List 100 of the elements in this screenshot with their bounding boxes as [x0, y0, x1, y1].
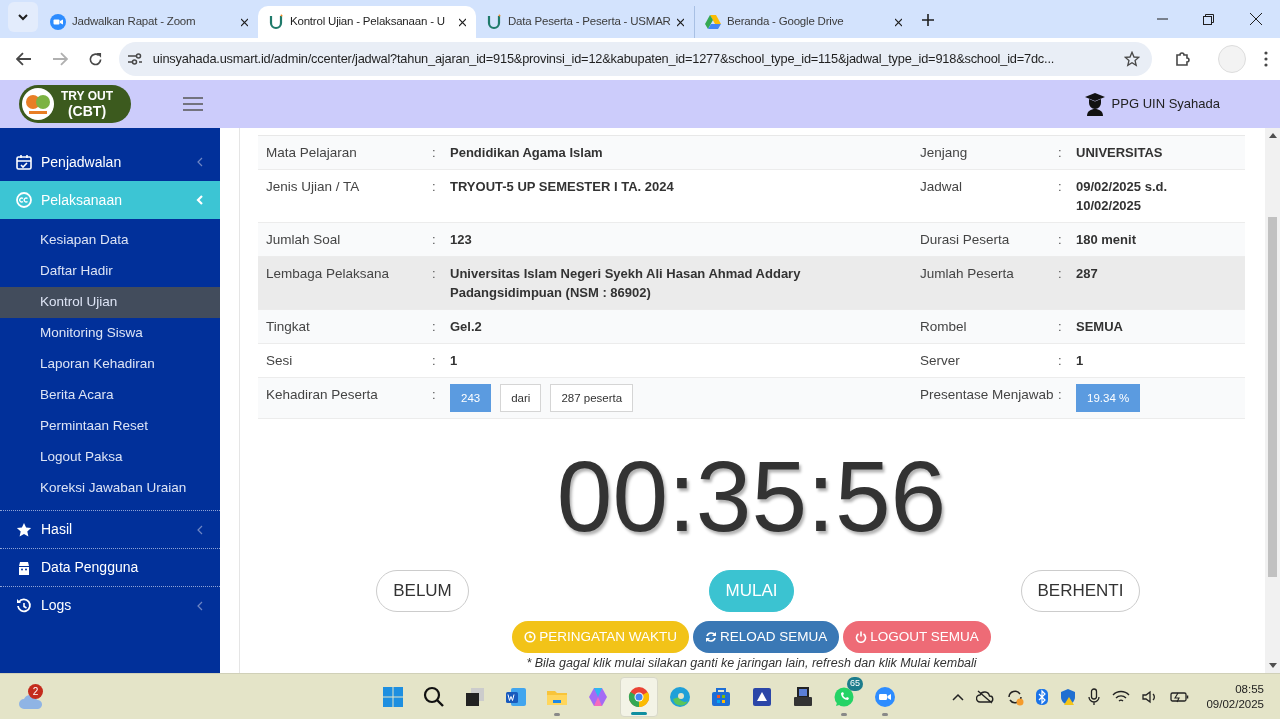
submenu-item[interactable]: Permintaan Reset [0, 411, 220, 442]
letter-u-icon [268, 14, 284, 30]
action-button[interactable]: RELOAD SEMUA [692, 621, 840, 653]
submenu-item[interactable]: Laporan Kehadiran [0, 349, 220, 380]
sidebar-item[interactable]: Penjadwalan [0, 143, 220, 181]
submenu-item[interactable]: Daftar Hadir [0, 256, 220, 287]
field-label: Jumlah Soal [266, 232, 341, 247]
field-label: Rombel [920, 319, 967, 334]
bluetooth-icon[interactable] [1036, 688, 1049, 705]
weather-widget[interactable]: 2 [18, 683, 44, 710]
new-tab-icon[interactable] [922, 14, 934, 26]
running-indicator [631, 711, 647, 715]
tab-list-button[interactable] [8, 2, 38, 32]
field-value: 09/02/2025 s.d. 10/02/2025 [1076, 179, 1168, 213]
field-value: 1 [450, 353, 458, 368]
submenu-item[interactable]: Kesiapan Data [0, 225, 220, 256]
submenu-item[interactable]: Logout Paksa [0, 442, 220, 473]
separator-text: : [432, 387, 436, 402]
url-text: uinsyahada.usmart.id/admin/ccenter/jadwal?tahun_ajaran_id=915&provinsi_id=12&kabupaten_id=1277&school_type_id=115&jadwal_type_id=918&school_id=7dc... [152, 50, 1055, 69]
scroll-down-icon[interactable] [1268, 663, 1277, 668]
video-camera-icon [873, 684, 897, 709]
field-value: Gel.2 [450, 319, 482, 334]
close-icon[interactable] [1250, 13, 1262, 25]
running-indicator [554, 712, 560, 716]
running-indicator [841, 712, 847, 716]
field-label: Jadwal [920, 179, 963, 194]
notification-badge: 65 [847, 676, 863, 691]
logo-text: (CBT) [67, 104, 107, 119]
app-logo[interactable]: TRY OUT (CBT) [19, 85, 131, 123]
user-icon [16, 559, 32, 576]
close-icon[interactable] [893, 17, 902, 27]
closed-captions-icon [16, 192, 32, 208]
chevron-up-icon[interactable] [952, 692, 965, 701]
back-icon[interactable] [16, 52, 32, 66]
restore-icon[interactable] [1203, 13, 1214, 25]
video-camera-icon [50, 14, 66, 30]
field-value: 1 [1076, 353, 1084, 368]
field-label: Jenis Ujian / TA [266, 179, 360, 194]
submenu-item[interactable]: Kontrol Ujian [0, 287, 220, 318]
shield-icon[interactable] [1060, 687, 1077, 706]
address-bar[interactable]: uinsyahada.usmart.id/admin/ccenter/jadwal?tahun_ajaran_id=915&provinsi_id=12&kabupaten_id=1277&school_type_id=115&jadwal_type_id=918&school_id=7dc... [118, 42, 1153, 76]
wifi-icon[interactable] [1112, 689, 1131, 704]
field-label: Tingkat [266, 319, 310, 334]
reload-icon[interactable] [87, 51, 103, 67]
countdown-timer: 00:35:56 [555, 446, 948, 546]
separator-text: : [432, 179, 436, 194]
refresh-icon [704, 631, 717, 643]
separator-text: : [1058, 319, 1062, 334]
running-indicator [882, 712, 888, 716]
status-button[interactable]: BERHENTI [1020, 570, 1141, 612]
separator-text: : [432, 145, 436, 160]
taskbar-app[interactable]: 65 [825, 676, 863, 717]
close-icon[interactable] [457, 17, 466, 27]
extensions-icon[interactable] [1174, 50, 1193, 68]
menu-icon[interactable] [1264, 51, 1268, 67]
chevron-down-icon [18, 13, 28, 21]
field-value: Universitas Islam Negeri Syekh Ali Hasan Ahmad Addary Padangsidimpuan (NSM : 86902) [450, 266, 801, 300]
search-icon [422, 684, 446, 709]
bookmark-star-icon[interactable] [1124, 51, 1141, 67]
separator-text: : [1058, 387, 1062, 402]
history-icon [16, 597, 32, 614]
close-icon[interactable] [239, 17, 248, 27]
close-icon[interactable] [675, 17, 684, 27]
swirl-app-icon [668, 684, 692, 709]
browser-tab[interactable]: Kontrol Ujian - Pelaksanaan - U [258, 6, 476, 38]
separator-text: : [1058, 232, 1062, 247]
microphone-icon[interactable] [1088, 687, 1101, 706]
submenu-item[interactable]: Monitoring Siswa [0, 318, 220, 349]
scrollbar[interactable] [1265, 128, 1280, 673]
separator-text: : [432, 319, 436, 334]
field-label: Jumlah Peserta [920, 266, 1014, 281]
submenu-item[interactable]: Koreksi Jawaban Uraian [0, 473, 220, 504]
scroll-up-icon[interactable] [1268, 133, 1277, 138]
value-badge: 243 [450, 384, 492, 412]
field-label: Server [920, 353, 960, 368]
value-badge: dari [500, 384, 542, 412]
separator-text: : [432, 232, 436, 247]
field-value: SEMUA [1076, 319, 1123, 334]
status-button[interactable]: BELUM [376, 570, 469, 612]
graduate-icon [1083, 92, 1106, 116]
notification-badge: 2 [28, 683, 43, 699]
submenu-item[interactable]: Berita Acara [0, 380, 220, 411]
clock-time[interactable]: 08:55 [1235, 681, 1264, 697]
battery-icon[interactable] [1170, 690, 1191, 703]
separator-text: : [432, 353, 436, 368]
field-value: Pendidikan Agama Islam [450, 145, 603, 160]
cloud-off-icon[interactable] [976, 689, 995, 704]
separator-text: : [1058, 353, 1062, 368]
browser-tab[interactable]: Data Peserta - Peserta - USMAR [476, 6, 694, 38]
user-name[interactable]: PPG UIN Syahada [1111, 94, 1220, 114]
site-settings-icon[interactable] [126, 52, 143, 66]
browser-tab[interactable]: Jadwalkan Rapat - Zoom [40, 6, 258, 38]
field-label: Sesi [266, 353, 293, 368]
scrollbar-thumb[interactable] [1268, 217, 1277, 577]
sync-icon[interactable] [1006, 687, 1025, 706]
field-value: UNIVERSITAS [1076, 145, 1163, 160]
clock-date[interactable]: 09/02/2025 [1206, 696, 1264, 712]
star-icon [16, 521, 32, 538]
calendar-check-icon [16, 154, 32, 170]
field-label: Kehadiran Peserta [266, 387, 378, 402]
